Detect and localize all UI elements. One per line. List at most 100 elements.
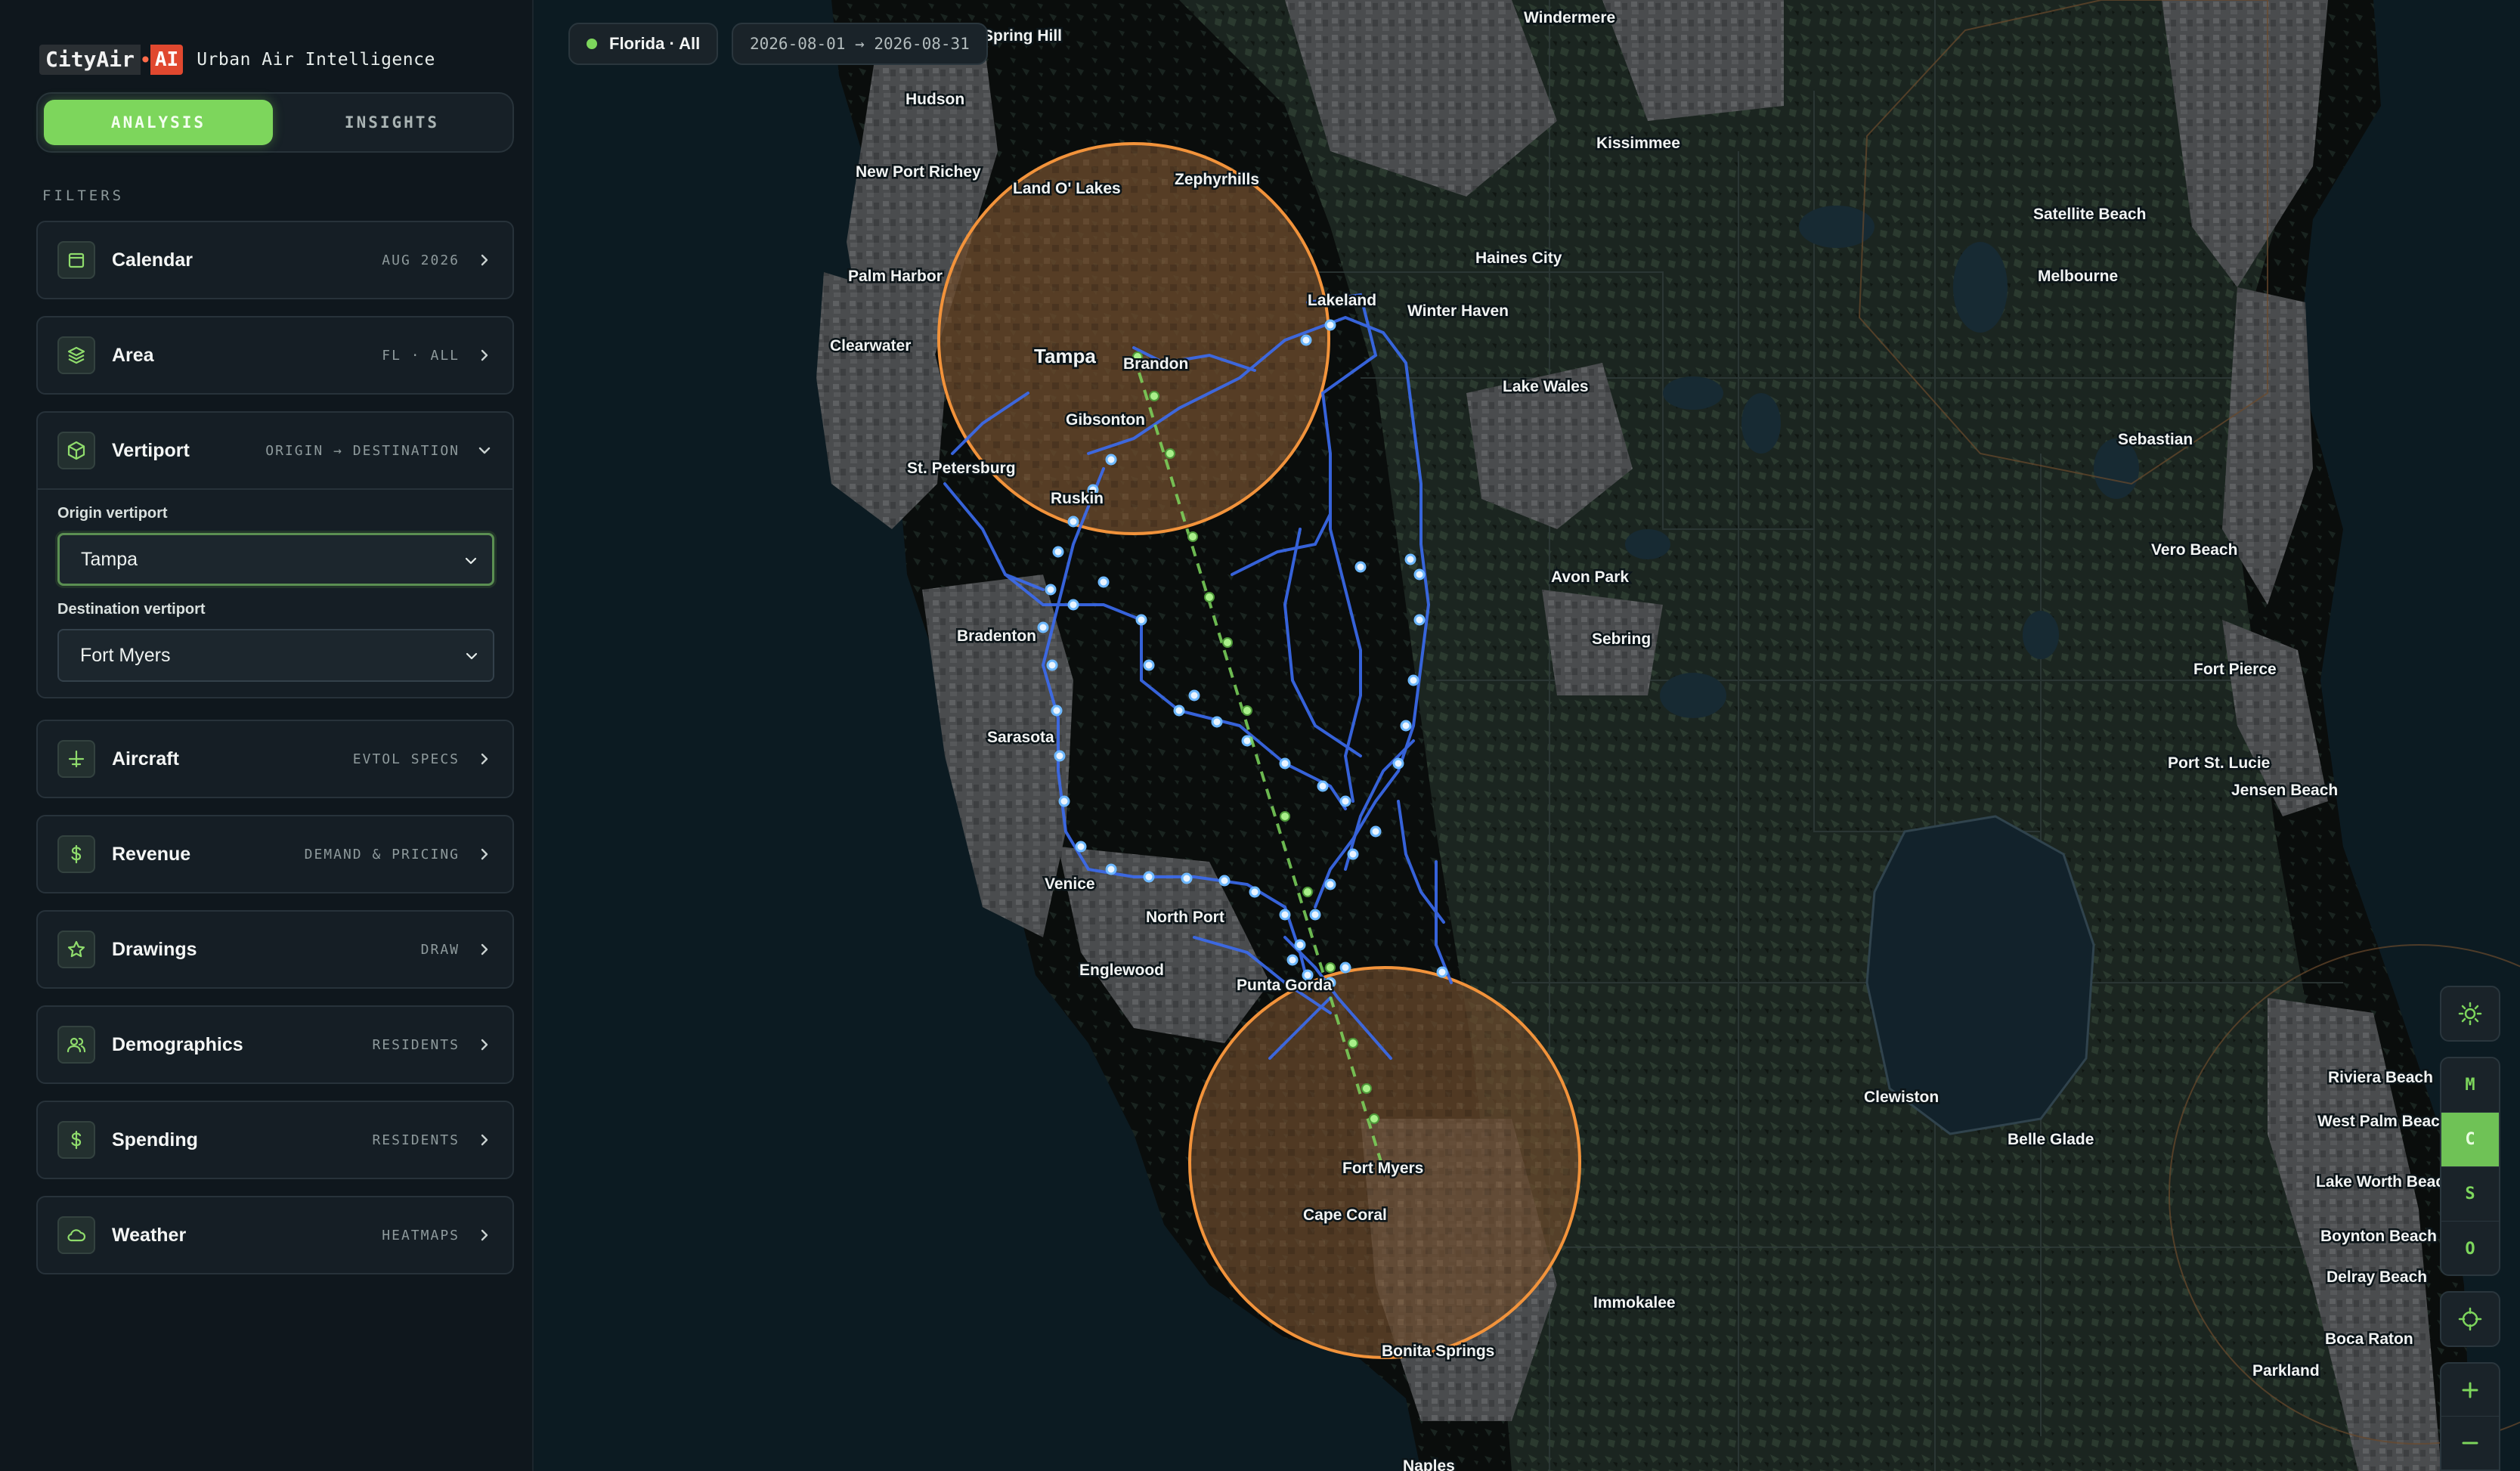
tab-insights[interactable]: INSIGHTS: [277, 100, 506, 145]
users-icon: [57, 1026, 95, 1064]
map-style-switcher: M C S O: [2440, 1057, 2500, 1276]
map-label: St. Petersburg: [907, 460, 1016, 477]
filter-title: Revenue: [112, 843, 191, 865]
filter-area[interactable]: Area FL · ALL: [36, 316, 514, 395]
chevron-right-icon: [481, 254, 488, 266]
brand-ai-badge: AI: [150, 45, 184, 75]
brand-tagline: Urban Air Intelligence: [197, 50, 435, 70]
date-range-pill[interactable]: 2026-08-01 → 2026-08-31: [732, 23, 988, 65]
map-label: Land O' Lakes: [1013, 180, 1121, 197]
map-label: Boynton Beach: [2320, 1228, 2437, 1245]
map-mode-s[interactable]: S: [2441, 1167, 2499, 1222]
dollar-icon: [57, 835, 95, 873]
map-label: Brandon: [1123, 355, 1188, 373]
locate-button[interactable]: [2440, 1291, 2500, 1347]
sidebar: CityAir • AI Urban Air Intelligence ANALYS…: [0, 0, 534, 1471]
destination-vertiport-select[interactable]: Fort Myers: [57, 629, 494, 682]
dollar-icon: [57, 1121, 95, 1159]
map-label: Delray Beach: [2327, 1268, 2427, 1286]
filter-spending[interactable]: Spending RESIDENTS: [36, 1101, 514, 1179]
map-label: Windermere: [1524, 9, 1615, 26]
map-label: Sebastian: [2118, 431, 2193, 448]
cube-icon: [57, 432, 95, 469]
filter-meta: FL · ALL: [382, 347, 460, 364]
crosshair-icon: [2458, 1307, 2482, 1331]
filter-title: Area: [112, 344, 154, 366]
theme-toggle-button[interactable]: [2440, 986, 2500, 1042]
filter-title: Aircraft: [112, 748, 179, 770]
map-label: Riviera Beach: [2328, 1069, 2433, 1086]
map-label: Naples: [1403, 1457, 1455, 1471]
map-label: Kissimmee: [1596, 135, 1680, 152]
filter-title: Vertiport: [112, 439, 190, 461]
filter-meta: ORIGIN → DESTINATION: [265, 442, 460, 459]
chevron-right-icon: [481, 1134, 488, 1146]
tab-analysis[interactable]: ANALYSIS: [44, 100, 273, 145]
map-label: Port St. Lucie: [2168, 754, 2270, 772]
map-label: Palm Harbor: [848, 268, 943, 285]
view-tabs: ANALYSIS INSIGHTS: [36, 92, 514, 153]
vertiport-header[interactable]: Vertiport ORIGIN → DESTINATION: [38, 413, 512, 490]
map-label: Satellite Beach: [2033, 206, 2146, 223]
filter-meta: DEMAND & PRICING: [304, 846, 460, 862]
map-label: Haines City: [1475, 249, 1562, 267]
date-range-label: 2026-08-01 → 2026-08-31: [750, 35, 970, 53]
map-mode-m[interactable]: M: [2441, 1058, 2499, 1113]
filters-heading: FILTERS: [42, 187, 125, 204]
map-label: Clearwater: [830, 337, 911, 355]
filter-meta: DRAW: [420, 941, 460, 958]
brand-name: CityAir: [39, 45, 141, 75]
filter-vertiport: Vertiport ORIGIN → DESTINATION Origin ve…: [36, 411, 514, 698]
map-label: Fort Myers: [1342, 1160, 1423, 1177]
filter-aircraft[interactable]: Aircraft EVTOL SPECS: [36, 720, 514, 798]
cloud-icon: [57, 1216, 95, 1254]
map-label: Tampa: [1034, 345, 1096, 367]
zoom-in-button[interactable]: [2441, 1364, 2499, 1417]
map-label: New Port Richey: [856, 163, 981, 181]
filter-demographics[interactable]: Demographics RESIDENTS: [36, 1005, 514, 1084]
map-label: Sarasota: [987, 729, 1054, 746]
filter-calendar[interactable]: Calendar AUG 2026: [36, 221, 514, 299]
filter-meta: HEATMAPS: [382, 1227, 460, 1243]
map-label: Belle Glade: [2008, 1131, 2094, 1148]
destination-label: Destination vertiport: [57, 601, 206, 618]
chevron-down-icon: [466, 652, 478, 660]
map-label: Boca Raton: [2325, 1330, 2413, 1348]
origin-vertiport-select[interactable]: Tampa: [57, 533, 494, 586]
filter-weather[interactable]: Weather HEATMAPS: [36, 1196, 514, 1274]
map-mode-c[interactable]: C: [2441, 1113, 2499, 1167]
map-label: Vero Beach: [2151, 541, 2237, 559]
map-label: Lake Wales: [1503, 378, 1589, 395]
status-dot: [587, 39, 597, 49]
region-label: Florida · All: [609, 34, 701, 53]
map-label: Winter Haven: [1407, 302, 1509, 320]
zoom-out-button[interactable]: [2441, 1417, 2499, 1469]
map-label: Hudson: [906, 91, 964, 108]
chevron-right-icon: [481, 848, 488, 860]
minus-icon: [2462, 1442, 2478, 1445]
map-label: Melbourne: [2038, 268, 2118, 285]
star-shape-icon: [57, 931, 95, 968]
filter-meta: RESIDENTS: [372, 1132, 460, 1148]
map-mode-o[interactable]: O: [2441, 1222, 2499, 1274]
map-label: Gibsonton: [1066, 411, 1145, 429]
map-label: Venice: [1045, 875, 1095, 893]
filter-title: Drawings: [112, 938, 197, 960]
filter-title: Demographics: [112, 1033, 243, 1055]
zoom-controls: [2440, 1362, 2500, 1471]
filter-drawings[interactable]: Drawings DRAW: [36, 910, 514, 989]
chevron-right-icon: [481, 943, 488, 955]
origin-value: Tampa: [81, 548, 138, 570]
map-label: West Palm Beach: [2317, 1113, 2450, 1130]
filter-revenue[interactable]: Revenue DEMAND & PRICING: [36, 815, 514, 893]
chevron-down-icon: [478, 447, 491, 454]
region-filter-pill[interactable]: Florida · All: [568, 23, 719, 65]
map-label: Ruskin: [1051, 490, 1104, 507]
filter-meta: EVTOL SPECS: [352, 751, 460, 767]
chevron-right-icon: [481, 1039, 488, 1051]
map-label: Sebring: [1592, 630, 1651, 648]
origin-label: Origin vertiport: [57, 505, 168, 522]
map-label: Lake Worth Beach: [2316, 1173, 2454, 1191]
calendar-icon: [57, 241, 95, 279]
map-label: Immokalee: [1593, 1294, 1676, 1312]
